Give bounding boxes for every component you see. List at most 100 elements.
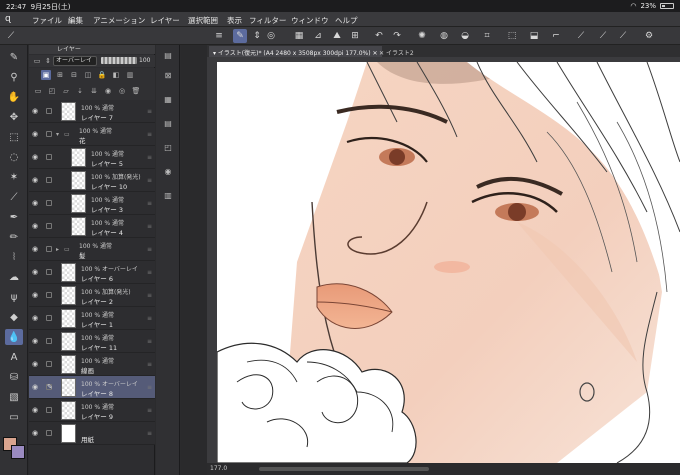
app-logo-icon[interactable]: ɋ xyxy=(5,14,16,25)
tab-second-document[interactable]: ✕ イラスト2 xyxy=(375,46,418,57)
mask-icon[interactable]: ◫ xyxy=(83,70,93,80)
opacity-value[interactable]: 100 xyxy=(139,57,150,64)
alpha-lock-icon[interactable]: 🔒 xyxy=(97,70,107,80)
redo-icon[interactable]: ↷ xyxy=(390,29,404,43)
new-raster-layer-icon[interactable]: ▭ xyxy=(33,86,43,96)
color-wheel-icon[interactable]: ◉ xyxy=(162,165,174,177)
eye-icon[interactable]: ◉ xyxy=(32,314,38,322)
menu-help[interactable]: ヘルプ xyxy=(335,15,358,26)
layer-row[interactable]: ◉ 100 % 通常 レイヤー 4 ≡ xyxy=(29,215,155,238)
drag-handle-icon[interactable]: ≡ xyxy=(147,315,152,322)
eye-icon[interactable]: ◉ xyxy=(32,222,38,230)
menu-layer[interactable]: レイヤー xyxy=(150,15,180,26)
color-history-icon[interactable]: ▥ xyxy=(162,189,174,201)
layer-checkbox[interactable] xyxy=(46,177,52,183)
opacity-slider[interactable] xyxy=(101,57,137,64)
drag-handle-icon[interactable]: ≡ xyxy=(147,269,152,276)
deselect-icon[interactable]: ⬚ xyxy=(505,29,519,43)
layer-row[interactable]: ◉ 100 % オーバーレイ レイヤー 6 ≡ xyxy=(29,261,155,284)
undo-icon[interactable]: ↶ xyxy=(372,29,386,43)
airbrush-icon[interactable]: ☁ xyxy=(5,269,23,285)
decoration-icon[interactable]: ψ xyxy=(5,289,23,305)
eye-icon[interactable]: ◉ xyxy=(32,130,38,138)
layer-folder-row[interactable]: ◉ ▾ ▭ 100 % 通常花 ≡ xyxy=(29,123,155,146)
line-tool-icon[interactable]: ⟋ xyxy=(574,29,588,43)
layer-row[interactable]: ◉ 100 % 加算(発光) レイヤー 2 ≡ xyxy=(29,284,155,307)
layer-checkbox[interactable] xyxy=(46,338,52,344)
fill-bucket-icon[interactable]: ⛁ xyxy=(5,369,23,385)
eye-icon[interactable]: ◉ xyxy=(32,383,38,391)
menu-window[interactable]: ウィンドウ xyxy=(291,15,329,26)
mask-add-icon[interactable]: ◉ xyxy=(103,86,113,96)
layer-property-icon[interactable]: ▦ xyxy=(292,29,306,43)
blend-mode-select[interactable]: オーバーレイ xyxy=(53,56,97,66)
eye-icon[interactable]: ◉ xyxy=(32,268,38,276)
pen-icon[interactable]: ✒ xyxy=(5,209,23,225)
lasso-icon[interactable]: ◌ xyxy=(5,149,23,165)
eyedropper-icon[interactable]: ⟋ xyxy=(5,189,23,205)
layer-checkbox[interactable] xyxy=(46,131,52,137)
layer-checkbox[interactable] xyxy=(46,430,52,436)
layer-row[interactable]: ◉ 100 % 通常 線画 ≡ xyxy=(29,353,155,376)
text-icon[interactable]: A xyxy=(5,349,23,365)
tool-property-icon[interactable]: ▤ xyxy=(162,117,174,129)
ruler-link-icon[interactable]: ◧ xyxy=(111,70,121,80)
delete-layer-icon[interactable]: 🗑 xyxy=(131,86,141,96)
loading-icon[interactable]: ✺ xyxy=(415,29,429,43)
brush-settings-icon[interactable]: ⟋ xyxy=(4,29,18,43)
eye-icon[interactable]: ◉ xyxy=(32,153,38,161)
menu-animation[interactable]: アニメーション xyxy=(93,15,145,26)
tab-active-document[interactable]: ▾ イラスト(復元)* (A4 2480 x 3508px 300dpi 177… xyxy=(209,46,382,57)
transfer-down-icon[interactable]: ⇣ xyxy=(75,86,85,96)
drag-handle-icon[interactable]: ≡ xyxy=(147,108,152,115)
drag-handle-icon[interactable]: ≡ xyxy=(147,200,152,207)
palette-color-icon[interactable]: ▥ xyxy=(125,70,135,80)
apply-mask-icon[interactable]: ◎ xyxy=(117,86,127,96)
frame-icon[interactable]: ▭ xyxy=(5,409,23,425)
eye-icon[interactable]: ◉ xyxy=(32,406,38,414)
drag-handle-icon[interactable]: ≡ xyxy=(147,407,152,414)
navigator-icon[interactable]: ⊠ xyxy=(162,69,174,81)
eye-icon[interactable]: ◉ xyxy=(32,176,38,184)
chevron-right-icon[interactable]: ▸ xyxy=(56,246,59,253)
drag-handle-icon[interactable]: ≡ xyxy=(147,131,152,138)
chevron-down-icon[interactable]: ▾ xyxy=(56,131,59,138)
layer-row[interactable]: ◉ 100 % 通常 レイヤー 7 ≡ xyxy=(29,100,155,123)
hand-icon[interactable]: ✋ xyxy=(5,89,23,105)
menu-filter[interactable]: フィルター xyxy=(249,15,286,26)
layer-row[interactable]: ◉ 100 % 通常 レイヤー 9 ≡ xyxy=(29,399,155,422)
layer-row[interactable]: ◉ 100 % 通常 レイヤー 1 ≡ xyxy=(29,307,155,330)
layer-property-panel-icon[interactable]: ▤ xyxy=(162,49,174,61)
gradient-icon[interactable]: ▧ xyxy=(5,389,23,405)
pencil-icon[interactable]: ✎ xyxy=(5,49,23,65)
menu-file[interactable]: ファイル xyxy=(32,15,62,26)
eraser-icon[interactable]: ◆ xyxy=(5,309,23,325)
drag-handle-icon[interactable]: ≡ xyxy=(147,223,152,230)
clip-icon[interactable]: ⊞ xyxy=(55,70,65,80)
eye-icon[interactable]: ◉ xyxy=(32,199,38,207)
layer-checkbox[interactable] xyxy=(46,154,52,160)
drag-handle-icon[interactable]: ≡ xyxy=(147,430,152,437)
settings-icon[interactable]: ⚙ xyxy=(642,29,656,43)
new-folder-icon[interactable]: ▱ xyxy=(61,86,71,96)
drag-handle-icon[interactable]: ≡ xyxy=(147,361,152,368)
eye-icon[interactable]: ◉ xyxy=(32,337,38,345)
drag-handle-icon[interactable]: ≡ xyxy=(147,154,152,161)
drag-handle-icon[interactable]: ≡ xyxy=(147,338,152,345)
brush-tool-icon[interactable]: ⟋ xyxy=(616,29,630,43)
layer-checkbox[interactable] xyxy=(46,223,52,229)
eye-icon[interactable]: ◉ xyxy=(32,360,38,368)
select-icon[interactable]: ⬚ xyxy=(5,129,23,145)
pencil-tool-icon[interactable]: ✏ xyxy=(5,229,23,245)
layer-checkbox[interactable] xyxy=(46,108,52,114)
layer-folder-row[interactable]: ◉ ▸ ▭ 100 % 通常髪 ≡ xyxy=(29,238,155,261)
layer-row[interactable]: ◉ 100 % 通常 レイヤー 5 ≡ xyxy=(29,146,155,169)
layer-checkbox[interactable] xyxy=(46,246,52,252)
move-icon[interactable]: ✥ xyxy=(5,109,23,125)
eye-icon[interactable]: ◉ xyxy=(32,429,38,437)
layer-row[interactable]: ◉ 100 % 通常 レイヤー 3 ≡ xyxy=(29,192,155,215)
drag-handle-icon[interactable]: ≡ xyxy=(147,292,152,299)
sub-tool-icon[interactable]: ▦ xyxy=(162,93,174,105)
layer-checkbox[interactable] xyxy=(46,407,52,413)
menu-selection[interactable]: 選択範囲 xyxy=(188,15,218,26)
